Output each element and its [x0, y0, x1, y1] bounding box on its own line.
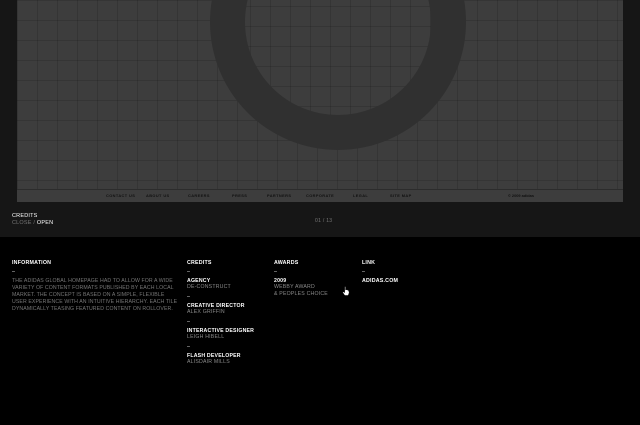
footer-link-press[interactable]: PRESS: [232, 193, 247, 198]
credit-entry: INTERACTIVE DESIGNER LEIGH HIBELL –: [187, 328, 254, 351]
link-column: LINK – ADIDAS.COM: [362, 260, 398, 284]
credit-entry: CREATIVE DIRECTOR ALEX GRIFFIN –: [187, 303, 254, 326]
heading-dash: –: [187, 269, 190, 275]
heading-dash: –: [362, 269, 365, 275]
information-column: INFORMATION – THE ADIDAS GLOBAL HOMEPAGE…: [12, 260, 180, 313]
information-text: THE ADIDAS GLOBAL HOMEPAGE HAD TO ALLOW …: [12, 278, 178, 312]
footer-link-partners[interactable]: PARTNERS: [267, 193, 291, 198]
footer-link-site-map[interactable]: SITE MAP: [390, 193, 412, 198]
credits-toggle: CLOSE / OPEN: [12, 220, 53, 226]
toggle-separator: /: [33, 220, 36, 226]
heading-dash: –: [12, 269, 15, 275]
site-preview-viewer[interactable]: CONTACT US ABOUT US CAREERS PRESS PARTNE…: [17, 0, 623, 202]
credit-dash: –: [187, 319, 190, 325]
credit-dash: –: [187, 294, 190, 300]
award-line: & PEOPLES CHOICE: [274, 291, 328, 297]
credits-column: CREDITS – AGENCY DE-CONSTRUCT – CREATIVE…: [187, 260, 254, 366]
close-credits-button[interactable]: CLOSE: [12, 220, 32, 226]
credit-entry: AGENCY DE-CONSTRUCT –: [187, 278, 254, 301]
project-preview-band: CONTACT US ABOUT US CAREERS PRESS PARTNE…: [0, 0, 640, 237]
heading-dash: –: [274, 269, 277, 275]
credit-dash: –: [187, 344, 190, 350]
award-line: WEBBY AWARD: [274, 284, 315, 290]
open-credits-button[interactable]: OPEN: [37, 220, 53, 226]
credit-name: DE-CONSTRUCT: [187, 284, 231, 290]
credit-entry: FLASH DEVELOPER ALISDAIR MILLS: [187, 353, 254, 366]
awards-column: AWARDS – 2009 WEBBY AWARD & PEOPLES CHOI…: [274, 260, 328, 298]
preview-footer-bar: CONTACT US ABOUT US CAREERS PRESS PARTNE…: [17, 189, 623, 202]
credits-toggle-title: CREDITS: [12, 213, 38, 219]
footer-link-about-us[interactable]: ABOUT US: [146, 193, 170, 198]
footer-link-corporate[interactable]: CORPORATE: [306, 193, 334, 198]
footer-link-careers[interactable]: CAREERS: [188, 193, 210, 198]
credit-name: LEIGH HIBELL: [187, 334, 225, 340]
footer-link-legal[interactable]: LEGAL: [353, 193, 368, 198]
credit-name: ALEX GRIFFIN: [187, 309, 225, 315]
credit-name: ALISDAIR MILLS: [187, 359, 230, 365]
footer-copyright: © 2009 adidas: [507, 193, 534, 198]
adidas-site-link[interactable]: ADIDAS.COM: [362, 278, 398, 284]
slide-counter: 01 / 13: [315, 218, 333, 224]
hand-cursor-icon: [342, 286, 350, 296]
footer-link-contact-us[interactable]: CONTACT US: [106, 193, 135, 198]
